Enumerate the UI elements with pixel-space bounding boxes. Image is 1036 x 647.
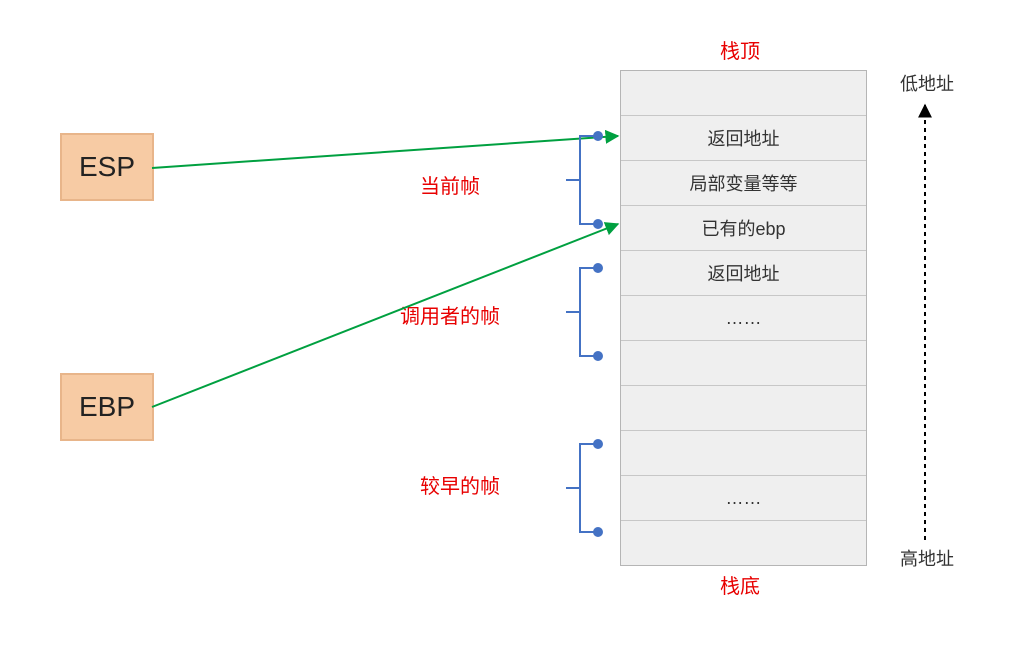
current-frame-label: 当前帧 [420,170,480,199]
stack-cell: 局部变量等等 [621,160,866,205]
stack-cell [621,430,866,475]
earlier-frame-label: 较早的帧 [420,470,500,499]
bracket-caller-frame [566,264,602,360]
esp-register-box: ESP [60,133,154,201]
ebp-label: EBP [79,391,135,423]
stack-cell [621,340,866,385]
high-address-label: 高地址 [900,545,954,571]
stack-cell [621,520,866,565]
stack-bottom-label: 栈底 [720,570,760,599]
stack-cell-text: 局部变量等等 [690,170,798,196]
stack-cell-text: 返回地址 [708,260,780,286]
caller-frame-label: 调用者的帧 [400,300,500,329]
low-address-label: 低地址 [900,70,954,96]
stack-cell-text: 已有的ebp [701,215,785,241]
stack-top-label: 栈顶 [720,35,760,64]
bracket-current-frame [566,132,602,228]
stack-cell: 返回地址 [621,250,866,295]
stack-cell-text: 返回地址 [708,125,780,151]
stack-cell: 返回地址 [621,115,866,160]
stack-cell: 已有的ebp [621,205,866,250]
esp-arrow [152,136,618,168]
stack-cell-text: …… [726,308,762,329]
stack-cell: …… [621,475,866,520]
stack-cell [621,71,866,115]
stack-container: 返回地址 局部变量等等 已有的ebp 返回地址 …… …… [620,70,867,566]
ebp-register-box: EBP [60,373,154,441]
bracket-earlier-frame [566,440,602,536]
diagram-canvas: ESP EBP 栈顶 栈底 当前帧 调用者的帧 较早的帧 低地址 高地址 返回地… [0,0,1036,647]
overlay-svg [0,0,1036,647]
stack-cell [621,385,866,430]
esp-label: ESP [79,151,135,183]
stack-cell: …… [621,295,866,340]
ebp-arrow [152,224,618,407]
stack-cell-text: …… [726,488,762,509]
